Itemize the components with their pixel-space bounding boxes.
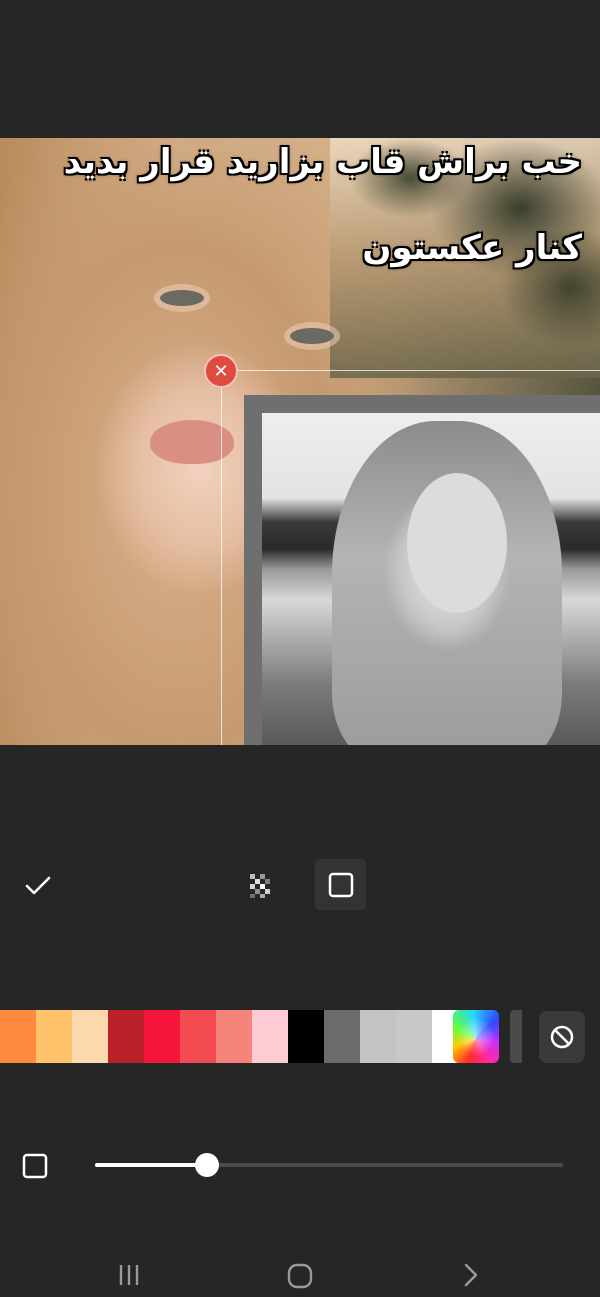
recent-apps-button[interactable] — [116, 1262, 142, 1288]
color-swatch[interactable] — [72, 1010, 108, 1063]
home-icon — [287, 1263, 313, 1289]
color-swatch[interactable] — [216, 1010, 252, 1063]
frame-toolbar — [0, 848, 600, 923]
rainbow-palette-icon[interactable] — [453, 1010, 499, 1063]
alignment-guide-horizontal — [222, 370, 600, 371]
color-swatch[interactable] — [510, 1010, 522, 1063]
color-swatch[interactable] — [396, 1010, 432, 1063]
no-color-button[interactable] — [539, 1011, 585, 1063]
alignment-guide-vertical — [221, 370, 222, 745]
recent-apps-icon — [119, 1265, 139, 1285]
solid-fill-button[interactable] — [315, 859, 366, 910]
system-navigation-bar — [0, 1250, 600, 1297]
caption-line-2: کنار عکستون — [362, 228, 582, 268]
border-slider-fill — [95, 1163, 208, 1167]
color-swatches — [0, 1010, 468, 1063]
top-blank-area — [0, 0, 600, 138]
confirm-button[interactable] — [20, 868, 56, 904]
photo-detail — [290, 328, 334, 344]
back-button[interactable] — [458, 1262, 484, 1288]
photo-detail — [160, 290, 204, 306]
square-outline-icon — [22, 1153, 48, 1179]
check-icon — [25, 876, 51, 895]
color-swatch[interactable] — [144, 1010, 180, 1063]
color-swatch[interactable] — [288, 1010, 324, 1063]
no-color-icon — [550, 1025, 574, 1049]
back-icon — [464, 1263, 478, 1287]
square-icon — [328, 872, 353, 897]
close-icon[interactable]: ✕ — [204, 354, 238, 388]
pattern-fill-button[interactable] — [244, 870, 276, 902]
color-swatch[interactable] — [360, 1010, 396, 1063]
checkerboard-icon — [250, 874, 270, 898]
framed-photo — [262, 413, 600, 745]
photo-detail — [407, 473, 507, 613]
framed-sticker[interactable] — [244, 395, 600, 745]
color-swatch[interactable] — [180, 1010, 216, 1063]
color-swatch[interactable] — [36, 1010, 72, 1063]
color-swatch[interactable] — [0, 1010, 36, 1063]
caption-line-1: خب براش قاب بزارید قرار بدید — [63, 142, 582, 182]
color-swatch[interactable] — [252, 1010, 288, 1063]
home-button[interactable] — [286, 1262, 314, 1290]
border-width-icon — [22, 1153, 48, 1179]
color-swatch[interactable] — [324, 1010, 360, 1063]
color-swatch[interactable] — [108, 1010, 144, 1063]
border-slider-thumb[interactable] — [195, 1153, 220, 1177]
